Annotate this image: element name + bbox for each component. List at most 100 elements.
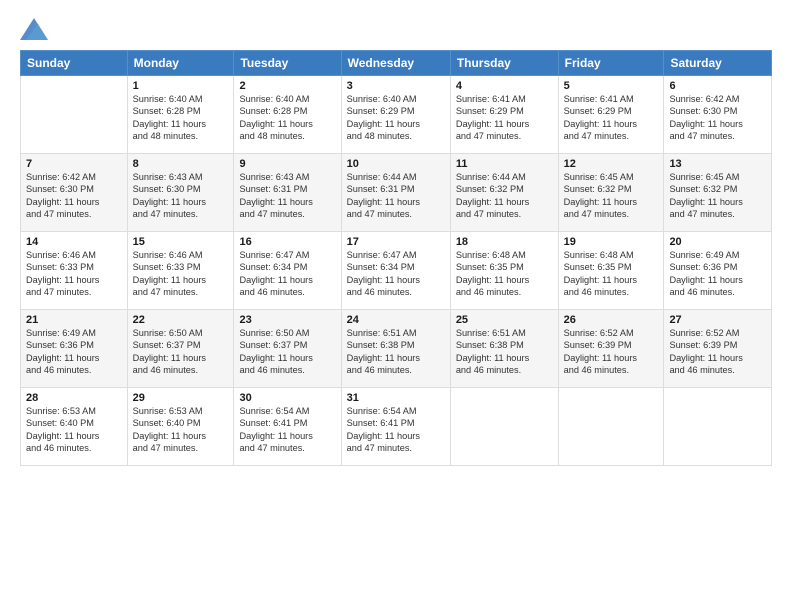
weekday-header-row: SundayMondayTuesdayWednesdayThursdayFrid… [21, 51, 772, 76]
calendar-cell: 4Sunrise: 6:41 AM Sunset: 6:29 PM Daylig… [450, 76, 558, 154]
day-number: 10 [347, 158, 445, 170]
calendar-cell: 27Sunrise: 6:52 AM Sunset: 6:39 PM Dayli… [664, 310, 772, 388]
calendar-cell: 20Sunrise: 6:49 AM Sunset: 6:36 PM Dayli… [664, 232, 772, 310]
day-number: 12 [564, 158, 659, 170]
day-number: 18 [456, 236, 553, 248]
day-number: 23 [239, 314, 335, 326]
calendar-cell: 13Sunrise: 6:45 AM Sunset: 6:32 PM Dayli… [664, 154, 772, 232]
calendar-cell: 10Sunrise: 6:44 AM Sunset: 6:31 PM Dayli… [341, 154, 450, 232]
calendar-cell [21, 76, 128, 154]
day-number: 17 [347, 236, 445, 248]
calendar-cell: 24Sunrise: 6:51 AM Sunset: 6:38 PM Dayli… [341, 310, 450, 388]
day-info: Sunrise: 6:54 AM Sunset: 6:41 PM Dayligh… [239, 405, 335, 455]
day-number: 24 [347, 314, 445, 326]
calendar-cell: 29Sunrise: 6:53 AM Sunset: 6:40 PM Dayli… [127, 388, 234, 466]
calendar-cell: 16Sunrise: 6:47 AM Sunset: 6:34 PM Dayli… [234, 232, 341, 310]
calendar-cell: 11Sunrise: 6:44 AM Sunset: 6:32 PM Dayli… [450, 154, 558, 232]
calendar-cell: 8Sunrise: 6:43 AM Sunset: 6:30 PM Daylig… [127, 154, 234, 232]
weekday-header-tuesday: Tuesday [234, 51, 341, 76]
day-number: 29 [133, 392, 229, 404]
calendar-cell: 25Sunrise: 6:51 AM Sunset: 6:38 PM Dayli… [450, 310, 558, 388]
calendar-cell [558, 388, 664, 466]
calendar-cell: 2Sunrise: 6:40 AM Sunset: 6:28 PM Daylig… [234, 76, 341, 154]
weekday-header-wednesday: Wednesday [341, 51, 450, 76]
day-number: 3 [347, 80, 445, 92]
calendar-page: SundayMondayTuesdayWednesdayThursdayFrid… [0, 0, 792, 612]
day-info: Sunrise: 6:44 AM Sunset: 6:32 PM Dayligh… [456, 171, 553, 221]
day-number: 16 [239, 236, 335, 248]
calendar-cell: 7Sunrise: 6:42 AM Sunset: 6:30 PM Daylig… [21, 154, 128, 232]
day-info: Sunrise: 6:45 AM Sunset: 6:32 PM Dayligh… [564, 171, 659, 221]
calendar-cell: 14Sunrise: 6:46 AM Sunset: 6:33 PM Dayli… [21, 232, 128, 310]
weekday-header-saturday: Saturday [664, 51, 772, 76]
day-info: Sunrise: 6:40 AM Sunset: 6:29 PM Dayligh… [347, 93, 445, 143]
day-info: Sunrise: 6:46 AM Sunset: 6:33 PM Dayligh… [133, 249, 229, 299]
day-info: Sunrise: 6:40 AM Sunset: 6:28 PM Dayligh… [133, 93, 229, 143]
header [20, 18, 772, 40]
day-number: 2 [239, 80, 335, 92]
day-info: Sunrise: 6:43 AM Sunset: 6:31 PM Dayligh… [239, 171, 335, 221]
day-number: 21 [26, 314, 122, 326]
week-row-3: 14Sunrise: 6:46 AM Sunset: 6:33 PM Dayli… [21, 232, 772, 310]
day-info: Sunrise: 6:41 AM Sunset: 6:29 PM Dayligh… [456, 93, 553, 143]
calendar-cell [450, 388, 558, 466]
day-info: Sunrise: 6:50 AM Sunset: 6:37 PM Dayligh… [239, 327, 335, 377]
calendar-cell: 1Sunrise: 6:40 AM Sunset: 6:28 PM Daylig… [127, 76, 234, 154]
day-number: 9 [239, 158, 335, 170]
calendar-cell: 15Sunrise: 6:46 AM Sunset: 6:33 PM Dayli… [127, 232, 234, 310]
calendar-cell: 22Sunrise: 6:50 AM Sunset: 6:37 PM Dayli… [127, 310, 234, 388]
day-info: Sunrise: 6:52 AM Sunset: 6:39 PM Dayligh… [564, 327, 659, 377]
logo-icon [20, 18, 48, 40]
calendar-cell: 23Sunrise: 6:50 AM Sunset: 6:37 PM Dayli… [234, 310, 341, 388]
day-number: 20 [669, 236, 766, 248]
day-number: 11 [456, 158, 553, 170]
day-number: 22 [133, 314, 229, 326]
calendar-cell: 26Sunrise: 6:52 AM Sunset: 6:39 PM Dayli… [558, 310, 664, 388]
day-info: Sunrise: 6:52 AM Sunset: 6:39 PM Dayligh… [669, 327, 766, 377]
calendar-cell: 30Sunrise: 6:54 AM Sunset: 6:41 PM Dayli… [234, 388, 341, 466]
calendar-cell: 28Sunrise: 6:53 AM Sunset: 6:40 PM Dayli… [21, 388, 128, 466]
day-number: 26 [564, 314, 659, 326]
day-number: 13 [669, 158, 766, 170]
day-info: Sunrise: 6:41 AM Sunset: 6:29 PM Dayligh… [564, 93, 659, 143]
day-info: Sunrise: 6:48 AM Sunset: 6:35 PM Dayligh… [564, 249, 659, 299]
calendar-cell: 5Sunrise: 6:41 AM Sunset: 6:29 PM Daylig… [558, 76, 664, 154]
week-row-1: 1Sunrise: 6:40 AM Sunset: 6:28 PM Daylig… [21, 76, 772, 154]
day-info: Sunrise: 6:51 AM Sunset: 6:38 PM Dayligh… [347, 327, 445, 377]
week-row-2: 7Sunrise: 6:42 AM Sunset: 6:30 PM Daylig… [21, 154, 772, 232]
calendar-cell: 31Sunrise: 6:54 AM Sunset: 6:41 PM Dayli… [341, 388, 450, 466]
weekday-header-monday: Monday [127, 51, 234, 76]
calendar-cell: 19Sunrise: 6:48 AM Sunset: 6:35 PM Dayli… [558, 232, 664, 310]
calendar-table: SundayMondayTuesdayWednesdayThursdayFrid… [20, 50, 772, 466]
weekday-header-sunday: Sunday [21, 51, 128, 76]
day-info: Sunrise: 6:53 AM Sunset: 6:40 PM Dayligh… [26, 405, 122, 455]
day-number: 4 [456, 80, 553, 92]
day-info: Sunrise: 6:50 AM Sunset: 6:37 PM Dayligh… [133, 327, 229, 377]
week-row-4: 21Sunrise: 6:49 AM Sunset: 6:36 PM Dayli… [21, 310, 772, 388]
day-number: 6 [669, 80, 766, 92]
day-number: 28 [26, 392, 122, 404]
day-info: Sunrise: 6:46 AM Sunset: 6:33 PM Dayligh… [26, 249, 122, 299]
day-info: Sunrise: 6:44 AM Sunset: 6:31 PM Dayligh… [347, 171, 445, 221]
day-info: Sunrise: 6:48 AM Sunset: 6:35 PM Dayligh… [456, 249, 553, 299]
day-number: 14 [26, 236, 122, 248]
day-number: 7 [26, 158, 122, 170]
day-info: Sunrise: 6:45 AM Sunset: 6:32 PM Dayligh… [669, 171, 766, 221]
weekday-header-friday: Friday [558, 51, 664, 76]
day-number: 1 [133, 80, 229, 92]
calendar-cell: 9Sunrise: 6:43 AM Sunset: 6:31 PM Daylig… [234, 154, 341, 232]
day-number: 30 [239, 392, 335, 404]
day-info: Sunrise: 6:42 AM Sunset: 6:30 PM Dayligh… [669, 93, 766, 143]
day-info: Sunrise: 6:51 AM Sunset: 6:38 PM Dayligh… [456, 327, 553, 377]
calendar-cell: 21Sunrise: 6:49 AM Sunset: 6:36 PM Dayli… [21, 310, 128, 388]
calendar-cell: 17Sunrise: 6:47 AM Sunset: 6:34 PM Dayli… [341, 232, 450, 310]
day-number: 15 [133, 236, 229, 248]
calendar-cell: 18Sunrise: 6:48 AM Sunset: 6:35 PM Dayli… [450, 232, 558, 310]
day-info: Sunrise: 6:47 AM Sunset: 6:34 PM Dayligh… [239, 249, 335, 299]
day-info: Sunrise: 6:47 AM Sunset: 6:34 PM Dayligh… [347, 249, 445, 299]
day-info: Sunrise: 6:54 AM Sunset: 6:41 PM Dayligh… [347, 405, 445, 455]
day-info: Sunrise: 6:53 AM Sunset: 6:40 PM Dayligh… [133, 405, 229, 455]
calendar-cell: 6Sunrise: 6:42 AM Sunset: 6:30 PM Daylig… [664, 76, 772, 154]
calendar-cell: 3Sunrise: 6:40 AM Sunset: 6:29 PM Daylig… [341, 76, 450, 154]
day-number: 8 [133, 158, 229, 170]
